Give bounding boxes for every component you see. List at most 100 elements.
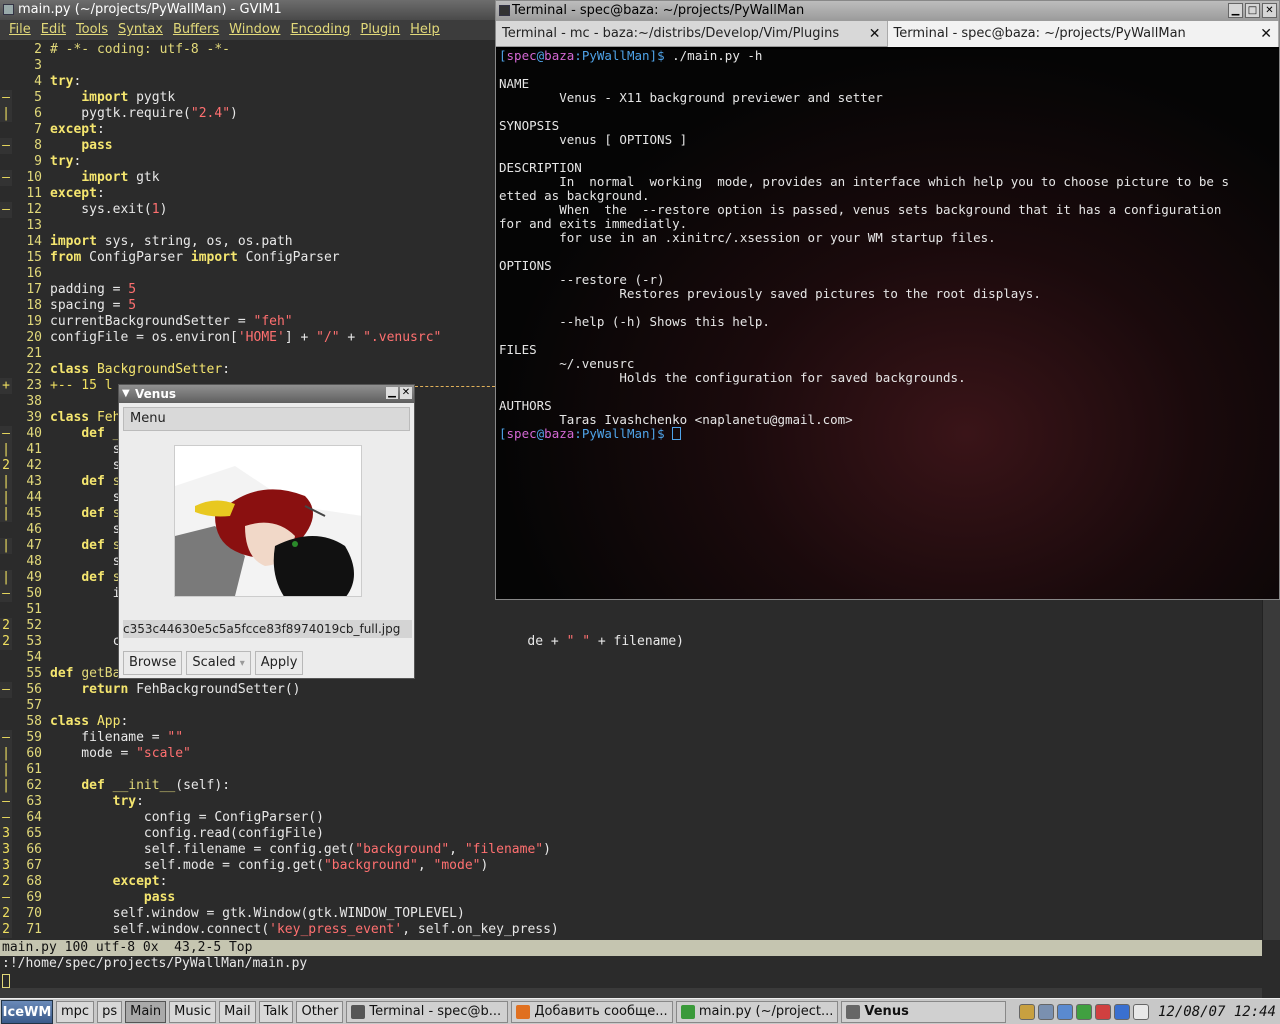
- workspace-mpc[interactable]: mpc: [56, 1000, 95, 1023]
- close-tab-icon[interactable]: ✕: [1260, 21, 1272, 47]
- fold-column[interactable]: |: [0, 106, 12, 122]
- minimize-icon[interactable]: ▁: [1228, 3, 1243, 18]
- menu-file[interactable]: File: [4, 20, 36, 40]
- fold-column[interactable]: –: [0, 426, 12, 442]
- fold-column[interactable]: 2: [0, 922, 12, 938]
- command-line[interactable]: :!/home/spec/projects/PyWallMan/main.py: [0, 956, 1262, 972]
- fold-column[interactable]: 2: [0, 618, 12, 634]
- fold-column[interactable]: –: [0, 890, 12, 906]
- code-line[interactable]: –63 try:: [0, 794, 1262, 810]
- tray-icon[interactable]: [1113, 1003, 1130, 1020]
- tray-icon[interactable]: [1018, 1003, 1035, 1020]
- fold-column[interactable]: |: [0, 506, 12, 522]
- menu-edit[interactable]: Edit: [36, 20, 71, 40]
- close-tab-icon[interactable]: ✕: [869, 21, 881, 47]
- fold-column[interactable]: 2: [0, 906, 12, 922]
- prompt-line-current[interactable]: [spec@baza:PyWallMan]$: [496, 427, 1279, 441]
- fold-column[interactable]: |: [0, 778, 12, 794]
- window-menu-icon[interactable]: [3, 4, 14, 15]
- minimize-icon[interactable]: ▁: [386, 387, 398, 399]
- menu-plugin[interactable]: Plugin: [355, 20, 405, 40]
- workspace-main[interactable]: Main: [125, 1000, 167, 1023]
- code-line[interactable]: –56 return FehBackgroundSetter(): [0, 682, 1262, 698]
- fold-column[interactable]: 2: [0, 874, 12, 890]
- close-icon[interactable]: ✕: [1262, 3, 1277, 18]
- tray-icon[interactable]: [1094, 1003, 1111, 1020]
- fold-column[interactable]: –: [0, 730, 12, 746]
- fold-column[interactable]: –: [0, 810, 12, 826]
- fold-column[interactable]: |: [0, 570, 12, 586]
- horizontal-scrollbar[interactable]: [0, 988, 1262, 998]
- fold-column[interactable]: –: [0, 202, 12, 218]
- mode-select[interactable]: Scaled ▾: [186, 651, 251, 675]
- fold-column[interactable]: 3: [0, 826, 12, 842]
- fold-column[interactable]: |: [0, 538, 12, 554]
- fold-column[interactable]: –: [0, 682, 12, 698]
- tray-icon[interactable]: [1037, 1003, 1054, 1020]
- menu-help[interactable]: Help: [405, 20, 445, 40]
- fold-column[interactable]: –: [0, 90, 12, 106]
- fold-column[interactable]: –: [0, 794, 12, 810]
- menu-encoding[interactable]: Encoding: [285, 20, 355, 40]
- venus-titlebar[interactable]: ▼ Venus ▁ ✕: [119, 385, 414, 403]
- fold-column[interactable]: 3: [0, 842, 12, 858]
- terminal-titlebar[interactable]: Terminal - spec@baza: ~/projects/PyWallM…: [496, 1, 1279, 21]
- workspace-music[interactable]: Music: [169, 1000, 217, 1023]
- fold-column[interactable]: –: [0, 170, 12, 186]
- fold-column[interactable]: 2: [0, 458, 12, 474]
- menu-tools[interactable]: Tools: [71, 20, 113, 40]
- terminal-tab[interactable]: Terminal - spec@baza: ~/projects/PyWallM…: [887, 21, 1279, 47]
- task-button[interactable]: main.py (~/project...: [676, 1000, 839, 1023]
- task-button[interactable]: Добавить сообще...: [511, 1000, 674, 1023]
- code-line[interactable]: 3 65 config.read(configFile): [0, 826, 1262, 842]
- browse-button[interactable]: Browse: [123, 651, 183, 675]
- apply-button[interactable]: Apply: [254, 651, 304, 675]
- tray-icon[interactable]: [1132, 1003, 1149, 1020]
- code-line[interactable]: –59 filename = "": [0, 730, 1262, 746]
- code-line[interactable]: 2 71 self.window.connect('key_press_event…: [0, 922, 1262, 938]
- code-line[interactable]: | 61: [0, 762, 1262, 778]
- start-menu-button[interactable]: IceWM: [1, 999, 53, 1024]
- workspace-ps[interactable]: ps: [97, 1000, 123, 1023]
- menu-buffers[interactable]: Buffers: [168, 20, 224, 40]
- fold-column[interactable]: –: [0, 586, 12, 602]
- workspace-other[interactable]: Other: [296, 1000, 344, 1023]
- workspace-mail[interactable]: Mail: [219, 1000, 256, 1023]
- fold-column[interactable]: +: [0, 378, 12, 394]
- code-line[interactable]: 58 class App:: [0, 714, 1262, 730]
- window-menu-icon[interactable]: [499, 5, 510, 16]
- task-button[interactable]: Venus: [841, 1000, 1007, 1023]
- menu-syntax[interactable]: Syntax: [113, 20, 168, 40]
- fold-column[interactable]: |: [0, 762, 12, 778]
- tray-icon[interactable]: [1056, 1003, 1073, 1020]
- fold-column[interactable]: |: [0, 490, 12, 506]
- window-menu-icon[interactable]: ▼: [122, 385, 130, 403]
- fold-column[interactable]: |: [0, 474, 12, 490]
- fold-column[interactable]: 2: [0, 634, 12, 650]
- code-line[interactable]: 57: [0, 698, 1262, 714]
- code-line[interactable]: –64 config = ConfigParser(): [0, 810, 1262, 826]
- maximize-icon[interactable]: □: [1245, 3, 1260, 18]
- terminal-output[interactable]: [spec@baza:PyWallMan]$ ./main.py -h NAME…: [496, 49, 1279, 599]
- fold-column[interactable]: –: [0, 138, 12, 154]
- code-line[interactable]: –69 pass: [0, 890, 1262, 906]
- tray-icon[interactable]: [1075, 1003, 1092, 1020]
- code-line[interactable]: | 60 mode = "scale": [0, 746, 1262, 762]
- close-icon[interactable]: ✕: [400, 387, 412, 399]
- workspace-talk[interactable]: Talk: [258, 1000, 294, 1023]
- fold-column[interactable]: 3: [0, 858, 12, 874]
- code-line[interactable]: 3 67 self.mode = config.get("background",…: [0, 858, 1262, 874]
- code-line[interactable]: 3 66 self.filename = config.get("backgrou…: [0, 842, 1262, 858]
- code-line[interactable]: 2 70 self.window = gtk.Window(gtk.WINDOW_…: [0, 906, 1262, 922]
- code-line[interactable]: 2 68 except:: [0, 874, 1262, 890]
- venus-menu-button[interactable]: Menu: [123, 407, 410, 431]
- task-button[interactable]: Terminal - spec@b...: [346, 1000, 509, 1023]
- terminal-tab[interactable]: Terminal - mc - baza:~/distribs/Develop/…: [496, 21, 888, 47]
- fold-column[interactable]: |: [0, 442, 12, 458]
- fold-column[interactable]: |: [0, 746, 12, 762]
- menu-window[interactable]: Window: [224, 20, 285, 40]
- clock[interactable]: 12/08/07 12:44: [1158, 1004, 1276, 1020]
- code-line[interactable]: | 62 def __init__(self):: [0, 778, 1262, 794]
- line-text: sys.exit(1): [50, 202, 168, 217]
